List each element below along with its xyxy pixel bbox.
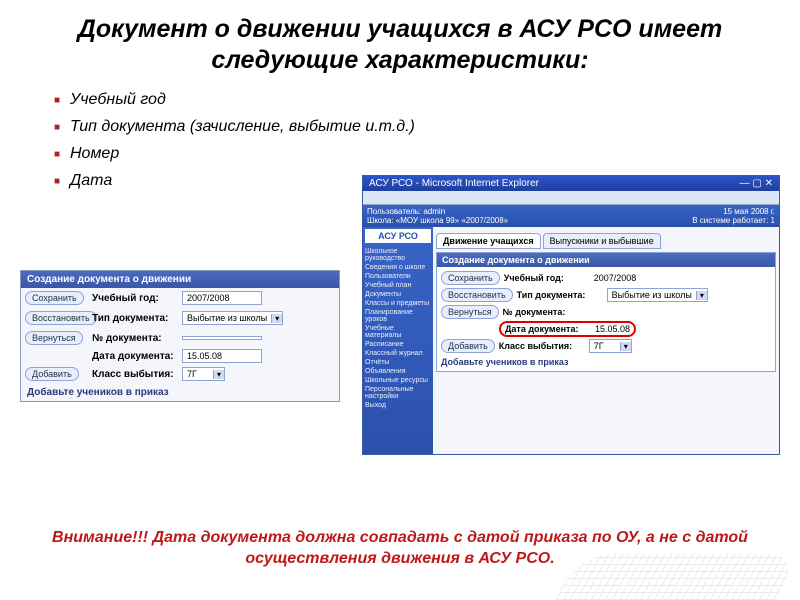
form-panel: Создание документа о движении Сохранить … [436,252,776,372]
add-button[interactable]: Добавить [25,367,79,381]
bullet-item: Учебный год [54,91,800,109]
type-select[interactable]: Выбытие из школы▾ [182,311,283,325]
date-input[interactable]: 15.05.08 [182,349,262,363]
sidebar-item[interactable]: Учебные материалы [365,324,431,340]
restore-button[interactable]: Восстановить [441,288,513,302]
form-panel-cropped: Создание документа о движении Сохранить … [20,270,340,402]
sidebar-item[interactable]: Расписание [365,340,431,349]
panel-footer: Добавьте учеников в приказ [21,384,339,401]
sidebar-item[interactable]: Классный журнал [365,349,431,358]
sidebar-item[interactable]: Учебный план [365,281,431,290]
sidebar-item[interactable]: Отчёты [365,358,431,367]
sidebar-item[interactable]: Планирование уроков [365,308,431,324]
users-online: В системе работает: 1 [692,216,775,225]
year-value: 2007/2008 [594,273,637,283]
decorative-keyboard [556,554,800,600]
sidebar-item[interactable]: Пользователи [365,272,431,281]
bullet-item: Номер [54,145,800,163]
add-button[interactable]: Добавить [441,339,495,353]
save-button[interactable]: Сохранить [441,271,500,285]
type-label: Тип документа: [92,313,182,324]
sidebar-item[interactable]: Классы и предметы [365,299,431,308]
sidebar-item[interactable]: Сведения о школе [365,263,431,272]
panel-header: Создание документа о движении [21,271,339,288]
bullet-item: Тип документа (зачисление, выбытие и.т.д… [54,118,800,136]
chevron-down-icon: ▾ [213,370,224,379]
user-label: Пользователь: admin [367,207,445,216]
app-sidebar: АСУ РСО Школьное руководство Сведения о … [363,227,433,455]
year-value: 2007/2008 [182,291,262,305]
window-titlebar: АСУ РСО - Microsoft Internet Explorer — … [363,176,779,191]
date-input[interactable]: 15.05.08 [595,324,630,334]
browser-window: АСУ РСО - Microsoft Internet Explorer — … [362,175,780,455]
slide-title: Документ о движении учащихся в АСУ РСО и… [0,0,800,81]
date-highlight: Дата документа: 15.05.08 [499,321,636,337]
sidebar-item[interactable]: Школьное руководство [365,247,431,263]
back-button[interactable]: Вернуться [25,331,83,345]
window-title: АСУ РСО - Microsoft Internet Explorer [369,178,539,189]
sidebar-item[interactable]: Персональные настройки [365,385,431,401]
num-label: № документа: [92,333,182,344]
chevron-down-icon: ▾ [271,314,282,323]
num-label: № документа: [503,307,593,317]
date-label: Дата документа: [92,351,182,362]
type-label: Тип документа: [517,290,607,300]
date-label: Дата документа: [505,324,595,334]
sidebar-item[interactable]: Объявления [365,367,431,376]
type-select[interactable]: Выбытие из школы▾ [607,288,708,302]
sidebar-item[interactable]: Документы [365,290,431,299]
sidebar-item[interactable]: Выход [365,401,431,410]
form-header: Создание документа о движении [437,253,775,267]
header-date: 15 мая 2008 г. [723,207,775,216]
class-select[interactable]: 7Г▾ [589,339,632,353]
tab-graduates[interactable]: Выпускники и выбывшие [543,233,661,249]
num-input[interactable] [182,336,262,340]
chevron-down-icon: ▾ [620,342,631,351]
app-logo: АСУ РСО [365,229,431,243]
window-controls[interactable]: — ▢ ✕ [740,178,773,189]
back-button[interactable]: Вернуться [441,305,499,319]
browser-toolbar[interactable] [363,191,779,205]
school-label: Школа: «МОУ школа 99» «2007/2008» [367,216,508,225]
class-label: Класс выбытия: [92,369,182,380]
chevron-down-icon: ▾ [696,291,707,300]
form-footer: Добавьте учеников в приказ [441,357,771,367]
tab-movement[interactable]: Движение учащихся [436,233,541,249]
save-button[interactable]: Сохранить [25,291,84,305]
sidebar-item[interactable]: Школьные ресурсы [365,376,431,385]
year-label: Учебный год: [92,293,182,304]
class-label: Класс выбытия: [499,341,589,351]
class-select[interactable]: 7Г▾ [182,367,225,381]
restore-button[interactable]: Восстановить [25,311,97,325]
year-label: Учебный год: [504,273,594,283]
